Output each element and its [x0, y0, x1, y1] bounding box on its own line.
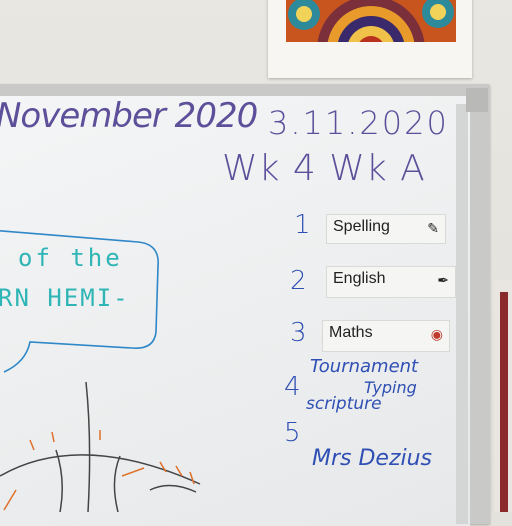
- whiteboard-edge: [456, 104, 468, 524]
- artwork-image: [286, 0, 456, 42]
- date-words: November 2020: [0, 96, 258, 136]
- framed-artwork: [268, 0, 472, 78]
- hemisphere-drawing: [0, 381, 201, 512]
- item4-line1: Tournament: [310, 356, 419, 377]
- date-numeric: 3.11.2020: [268, 104, 449, 142]
- item5-label: Mrs Dezius: [312, 446, 433, 471]
- right-side-post: [494, 280, 512, 512]
- schedule-number-5: 5: [284, 418, 301, 448]
- right-side-post-inner: [500, 292, 508, 512]
- schedule-number-2: 2: [290, 266, 307, 296]
- calculator-icon: ◉: [430, 326, 443, 342]
- schedule-label-spelling: Spelling: [333, 218, 390, 235]
- schedule-label-maths: Maths: [329, 324, 373, 341]
- pen-icon: ✒: [437, 272, 449, 288]
- schedule-card-maths: Maths ◉: [322, 320, 450, 352]
- pencil-icon: ✎: [427, 220, 439, 236]
- hemisphere-line1: of the: [18, 244, 123, 272]
- hemisphere-line2: RN HEMI-: [0, 284, 130, 312]
- schedule-number-3: 3: [290, 318, 307, 348]
- schedule-card-spelling: Spelling ✎: [326, 214, 446, 244]
- item4-line3: scripture: [306, 394, 382, 414]
- schedule-card-english: English ✒: [326, 266, 456, 298]
- whiteboard-corner-cap: [466, 88, 488, 112]
- schedule-number-1: 1: [294, 210, 311, 240]
- schedule-number-4: 4: [284, 372, 301, 402]
- schedule-label-english: English: [333, 270, 386, 287]
- week-label: Wk 4 Wk A: [222, 148, 426, 189]
